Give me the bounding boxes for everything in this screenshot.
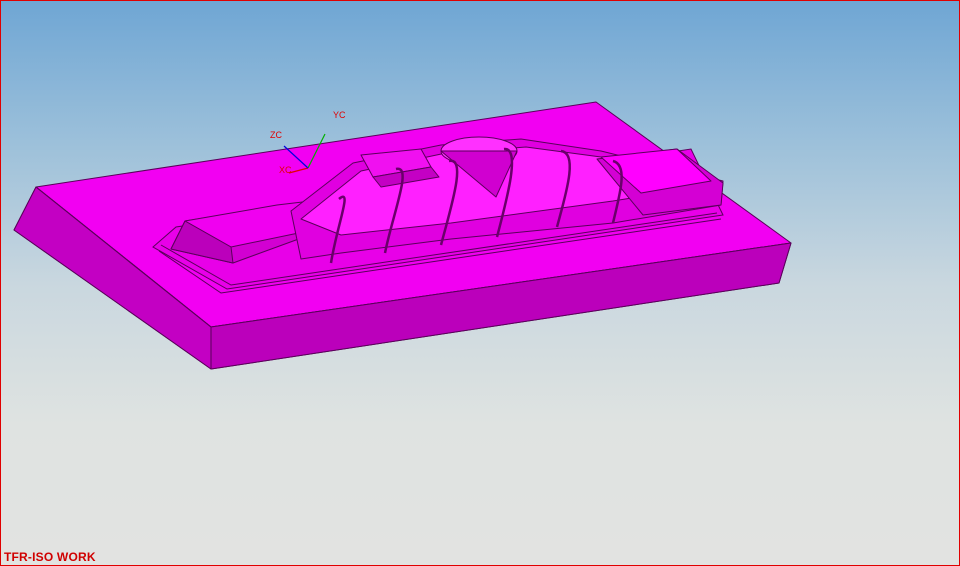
zc-axis-label: ZC <box>270 130 282 140</box>
yc-axis-label: YC <box>333 110 346 120</box>
xc-axis-label: XC <box>279 165 292 175</box>
view-name-label: TFR-ISO WORK <box>4 550 96 564</box>
model-view[interactable] <box>1 1 959 565</box>
graphics-viewport[interactable]: XC YC ZC TFR-ISO WORK <box>0 0 960 566</box>
